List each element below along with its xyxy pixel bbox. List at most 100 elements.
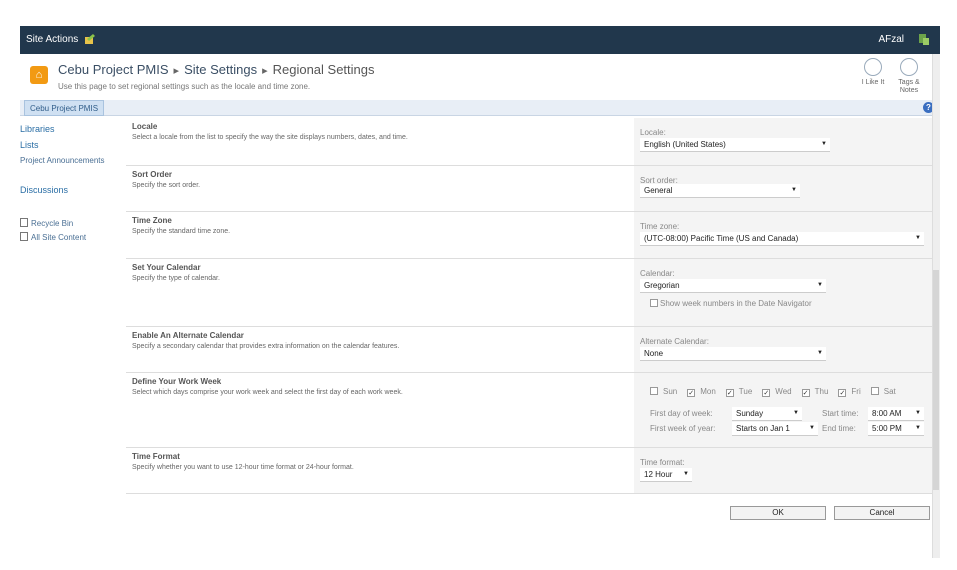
first-week-value: Starts on Jan 1 [736,424,790,433]
day-checkbox[interactable]: ✓ [687,389,696,397]
time-zone-value: (UTC-08:00) Pacific Time (US and Canada) [644,234,799,243]
time-format-label: Time format: [640,458,685,467]
day-checkbox[interactable] [870,387,879,395]
day-tue-option[interactable]: ✓ Tue [725,387,758,397]
day-checkbox[interactable]: ✓ [725,389,734,397]
breadcrumb-site-link[interactable]: Cebu Project PMIS [58,62,169,77]
chevron-down-icon: ▼ [915,410,921,416]
site-actions-menu[interactable]: Site Actions [26,34,78,45]
section-description: Select a locale from the list to specify… [132,134,408,141]
section-description: Select which days comprise your work wee… [132,389,403,396]
day-mon-option[interactable]: ✓ Mon [687,387,721,397]
section-title: Sort Order [132,170,173,179]
section-title: Define Your Work Week [132,377,222,386]
chevron-down-icon: ▼ [821,141,827,147]
breadcrumb-site-settings-link[interactable]: Site Settings [184,62,257,77]
tab-home[interactable]: Cebu Project PMIS [24,100,105,116]
section-alternate-calendar: Enable An Alternate Calendar Specify a se… [126,327,932,373]
nav-lists[interactable]: Lists [20,140,39,150]
section-description: Specify the sort order. [132,182,201,189]
scrollbar-thumb[interactable] [933,270,939,490]
day-label: Mon [700,387,716,396]
day-label: Sat [883,387,896,396]
day-fri-option[interactable]: ✓ Fri [838,387,865,397]
i-like-it-label: I Like It [861,79,885,86]
breadcrumb: Cebu Project PMIS ▸ Site Settings ▸ Regional… [58,62,375,77]
calendar-label: Calendar: [640,269,675,278]
time-zone-select[interactable]: (UTC-08:00) Pacific Time (US and Canada)… [640,232,924,246]
chevron-down-icon: ▼ [817,282,823,288]
section-title: Enable An Alternate Calendar [132,331,244,340]
time-format-value: 12 Hour [644,470,673,479]
section-description: Specify a secondary calendar that provid… [132,343,400,350]
thumbs-up-icon [864,58,882,76]
section-title: Locale [132,122,158,131]
time-format-select[interactable]: 12 Hour ▼ [640,468,692,482]
first-week-label: First week of year: [650,424,716,433]
chevron-down-icon: ▼ [683,471,689,477]
day-label: Fri [851,387,861,396]
end-time-select[interactable]: 5:00 PM ▼ [868,422,924,436]
start-time-select[interactable]: 8:00 AM ▼ [868,407,924,421]
first-week-select[interactable]: Starts on Jan 1 ▼ [732,422,818,436]
nav-project-announcements[interactable]: Project Announcements [20,156,105,165]
first-day-select[interactable]: Sunday ▼ [732,407,802,421]
section-description: Specify whether you want to use 12-hour … [132,464,354,471]
day-sun-option[interactable]: Sun [650,387,682,396]
section-description: Specify the type of calendar. [132,275,220,282]
chevron-down-icon: ▼ [793,410,799,416]
alternate-calendar-value: None [644,349,664,358]
recycle-bin-label: Recycle Bin [31,219,74,228]
day-checkbox[interactable] [650,387,658,395]
tag-icon [900,58,918,76]
nav-all-site-content[interactable]: All Site Content [20,232,86,242]
ok-button[interactable]: OK [730,506,826,520]
i-like-it-button[interactable]: I Like It [858,58,888,86]
week-numbers-label: Show week numbers in the Date Navigator [660,299,812,308]
week-numbers-checkbox[interactable] [650,299,658,307]
page-description: Use this page to set regional settings s… [58,82,311,91]
section-work-week: Define Your Work Week Select which days c… [126,373,932,448]
tags-notes-button[interactable]: Tags & Notes [894,58,924,95]
nav-libraries[interactable]: Libraries [20,124,55,134]
section-title: Time Format [132,452,180,461]
day-checkbox[interactable]: ✓ [838,389,847,397]
section-locale: Locale Select a locale from the list to s… [126,118,932,166]
recycle-bin-icon [20,218,28,227]
chevron-down-icon: ▼ [915,425,921,431]
user-icon [919,34,929,45]
nav-discussions[interactable]: Discussions [20,185,68,195]
day-sat-option[interactable]: Sat [870,387,901,396]
chevron-down-icon: ▼ [809,425,815,431]
cancel-button[interactable]: Cancel [834,506,930,520]
day-checkbox[interactable]: ✓ [762,389,771,397]
nav-recycle-bin[interactable]: Recycle Bin [20,218,73,228]
sort-order-select[interactable]: General ▼ [640,184,800,198]
work-days: Sun ✓ Mon ✓ Tue ✓ Wed ✓ Thu ✓ Fri Sat [650,387,906,397]
top-navigation: Cebu Project PMIS ? [20,100,940,116]
edit-page-icon[interactable] [84,34,95,45]
first-day-label: First day of week: [650,409,713,418]
section-sort-order: Sort Order Specify the sort order. Sort o… [126,166,932,212]
calendar-select[interactable]: Gregorian ▼ [640,279,826,293]
alternate-calendar-select[interactable]: None ▼ [640,347,826,361]
day-label: Wed [775,387,792,396]
breadcrumb-separator-icon: ▸ [173,65,180,77]
section-time-format: Time Format Specify whether you want to u… [126,448,932,494]
section-calendar: Set Your Calendar Specify the type of cal… [126,259,932,327]
site-logo-icon: ⌂ [30,66,48,84]
week-numbers-option[interactable]: Show week numbers in the Date Navigator [650,299,812,308]
user-menu[interactable]: AFzal [878,34,904,45]
day-thu-option[interactable]: ✓ Thu [801,387,834,397]
locale-value: English (United States) [644,140,726,149]
title-area: ⌂ Cebu Project PMIS ▸ Site Settings ▸ Region… [20,54,940,100]
end-time-label: End time: [822,424,856,433]
breadcrumb-separator-icon: ▸ [262,65,268,77]
day-wed-option[interactable]: ✓ Wed [762,387,796,397]
day-checkbox[interactable]: ✓ [801,389,810,397]
ribbon-top-bar: Site Actions AFzal [20,26,940,54]
page-title: Regional Settings [272,62,375,77]
locale-label: Locale: [640,128,666,137]
time-zone-label: Time zone: [640,222,680,231]
locale-select[interactable]: English (United States) ▼ [640,138,830,152]
